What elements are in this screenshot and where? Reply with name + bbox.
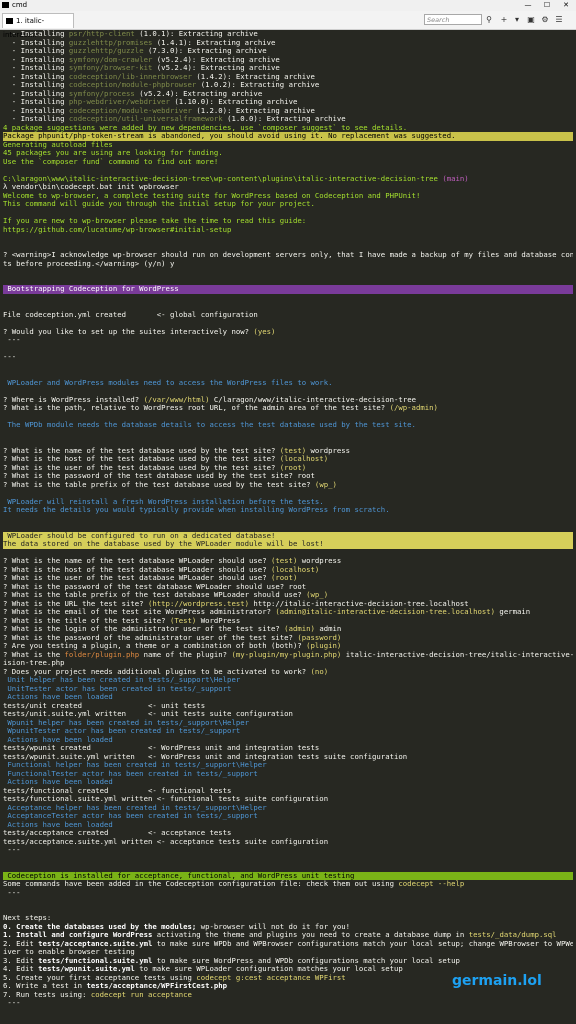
terminal-text: codecept --help [398,879,465,888]
terminal-text: ts before proceeding.</warning> (y/n) y [3,258,175,268]
terminal-line: --- [3,887,573,898]
terminal-line: WPLoader and WordPress modules need to a… [3,377,573,388]
terminal-text: (/wp-admin) [389,403,438,412]
window-title: cmd [12,1,28,9]
terminal-text: It needs the details you would typically… [3,505,390,514]
terminal-text: folder/plugin.php [64,649,140,659]
terminal-line: ? What is the folder/plugin.php name of … [3,649,573,660]
terminal-text: File codeception.yml created <- global c… [3,309,258,319]
maximize-button[interactable]: ☐ [538,0,556,11]
watermark: germain.lol [452,973,542,989]
minimize-button[interactable]: — [519,0,537,11]
terminal-text: The WPDb module needs the database detai… [3,420,416,429]
terminal-text: WPLoader and WordPress modules need to a… [3,377,333,387]
terminal-line: It needs the details you would typically… [3,505,573,515]
terminal-text: italic-interactive-decision-tree/italic-… [341,649,573,659]
terminal-text: (wp_) [314,479,337,489]
terminal-line: tests/acceptance.suite.yml written <- ac… [3,836,573,847]
terminal-text: ? What is the path, relative to WordPres… [3,403,390,412]
terminal-text: Some commands have been added in the Cod… [3,879,399,888]
terminal-output[interactable]: - Installing psr/http-client (1.0.1): Ex… [3,30,573,1020]
terminal-text: The data stored on the database used by … [3,539,324,548]
terminal-text: tests/acceptance.suite.yml written <- ac… [3,836,329,846]
terminal-line: The data stored on the database used by … [3,539,573,549]
terminal-line: ts before proceeding.</warning> (y/n) y [3,258,573,269]
terminal-text: https://github.com/lucatume/wp-browser#i… [3,224,232,234]
terminal-text: ? What is the table prefix of the test d… [3,479,315,489]
terminal-text: --- [3,887,21,897]
terminal-text: (main) [442,173,469,183]
close-button[interactable]: ✕ [557,0,575,11]
terminal-text: name of the plugin? [139,649,232,659]
window-titlebar: cmd — ☐ ✕ [0,0,576,11]
terminal-line: --- [3,998,573,1008]
terminal-line: --- [3,335,573,345]
terminal-text: --- [3,845,21,854]
settings-icon[interactable]: ⚙ [539,14,551,25]
terminal-line: Use the `composer fund` command to find … [3,156,573,167]
terminal-text: --- [3,998,21,1007]
terminal-text: codecept run acceptance [90,989,192,999]
dropdown-icon[interactable]: ▾ [511,14,523,25]
terminal-text: ? Would you like to set up the suites in… [3,326,254,336]
terminal-text: Use the `composer fund` command to find … [3,156,219,166]
terminal-text: (my-plugin/my-plugin.php) [231,649,342,659]
console-tab-icon [6,18,13,24]
terminal-line: File codeception.yml created <- global c… [3,309,573,320]
terminal-line: ? Would you like to set up the suites in… [3,326,573,337]
terminal-text: --- [3,352,17,361]
cmd-app-icon [2,2,9,8]
terminal-text: (no) [310,666,329,676]
tab-console-1[interactable]: 1. italic-interact... [2,13,74,39]
terminal-text: germain [495,607,531,616]
terminal-line: Bootstrapping Codeception for WordPress [3,284,573,294]
terminal-text: Bootstrapping Codeception for WordPress [3,284,179,293]
terminal-line: --- [3,845,573,855]
terminal-line: https://github.com/lucatume/wp-browser#i… [3,224,573,235]
terminal-text: (admin@italic-interactive-decision-tree.… [275,607,496,616]
add-icon[interactable]: + [498,14,510,25]
terminal-line: 7. Run tests using: codecept run accepta… [3,989,573,1000]
search-input[interactable]: Search [424,14,482,25]
terminal-text: to make sure WPDb and WPBrowser configur… [152,938,573,948]
terminal-line: This command will guide you through the … [3,199,573,209]
terminal-line: --- [3,352,573,362]
layout-icon[interactable]: ▣ [525,14,537,25]
terminal-text: This command will guide you through the … [3,199,315,208]
terminal-line: ? What is the table prefix of the test d… [3,479,573,490]
search-icon[interactable]: ⚲ [484,14,494,25]
terminal-line: Some commands have been added in the Cod… [3,879,573,889]
menu-icon[interactable]: ☰ [553,14,565,25]
terminal-text: --- [3,335,21,344]
terminal-line: The WPDb module needs the database detai… [3,420,573,430]
terminal-text: (yes) [253,326,276,336]
tab-bar: 1. italic-interact... Search ⚲ + ▾ ▣ ⚙ ☰ [0,11,576,39]
terminal-line: ? What is the path, relative to WordPres… [3,403,573,413]
